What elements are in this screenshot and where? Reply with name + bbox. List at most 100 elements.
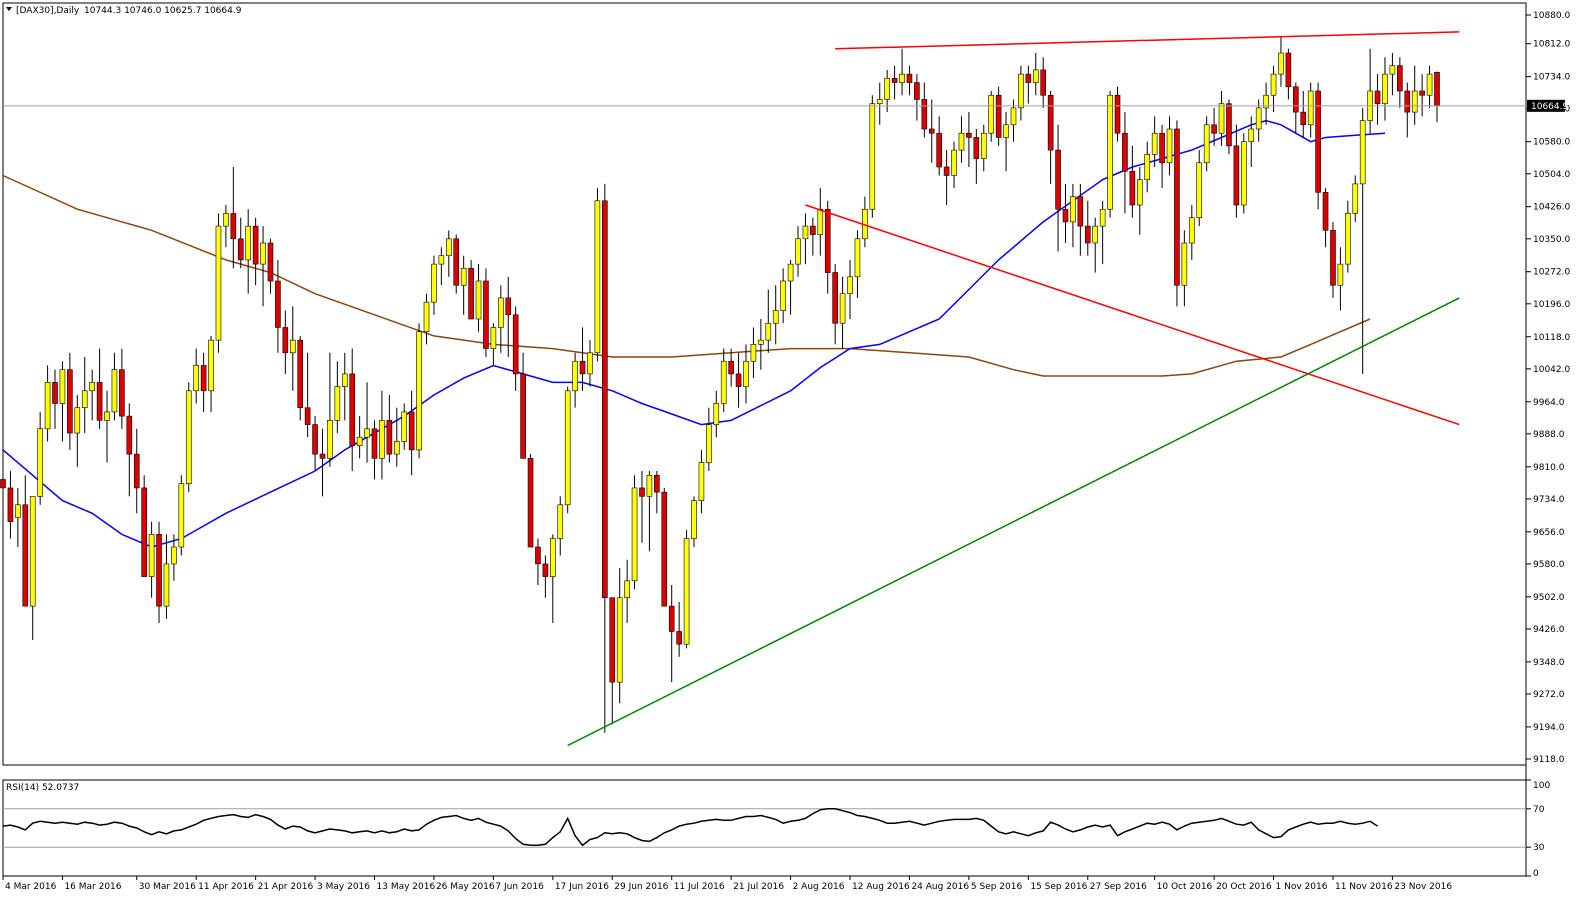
- candle-bull: [1278, 52, 1284, 75]
- x-tick-label: 11 Apr 2016: [198, 882, 254, 892]
- candle-bull: [185, 390, 192, 484]
- candle-bull: [341, 373, 348, 387]
- y-tick-label: 10880.0: [1533, 11, 1570, 21]
- candle-bear: [1040, 69, 1046, 96]
- candle-bull: [431, 263, 437, 303]
- candle-bear: [119, 369, 125, 417]
- candle-bear: [1285, 52, 1292, 88]
- candle-bear: [7, 487, 14, 522]
- candle-bull: [171, 546, 177, 565]
- candle-bear: [1330, 230, 1336, 286]
- candle-bear: [67, 369, 73, 434]
- candle-bull: [758, 339, 764, 345]
- candle-bear: [535, 546, 541, 565]
- candle-bull: [787, 263, 794, 282]
- candle-bull: [1181, 242, 1188, 286]
- candle-bull: [1307, 90, 1314, 126]
- x-tick-label: 4 Mar 2016: [5, 882, 57, 892]
- candle-bull: [958, 132, 965, 151]
- candle-bear: [1293, 86, 1299, 113]
- y-tick-label: 9888.0: [1533, 430, 1565, 440]
- candle-bull: [1136, 179, 1143, 206]
- candle-bull: [1166, 128, 1173, 164]
- y-tick-label: 9964.0: [1533, 398, 1565, 408]
- candle-bear: [1374, 90, 1381, 104]
- candle-bull: [223, 213, 229, 227]
- candle-bull: [884, 78, 890, 100]
- candle-bear: [735, 373, 742, 387]
- candle-bull: [854, 238, 861, 278]
- candle-bear: [943, 166, 950, 176]
- candle-bear: [349, 373, 356, 446]
- candle-bear: [639, 487, 645, 497]
- candle-bear: [602, 200, 608, 599]
- x-tick-label: 17 Jun 2016: [555, 882, 609, 892]
- candle-bull: [498, 297, 504, 328]
- y-tick-label: 9580.0: [1533, 560, 1565, 570]
- candle-bull: [899, 73, 905, 83]
- candle-bull: [980, 132, 987, 159]
- candle-bull: [193, 365, 199, 392]
- y-tick-label: 10196.0: [1533, 300, 1570, 310]
- candle-bull: [594, 200, 601, 354]
- y-tick-label: 9656.0: [1533, 528, 1565, 538]
- candle-bull: [393, 441, 400, 455]
- candle-bull: [44, 382, 51, 430]
- candle-bull: [490, 327, 497, 349]
- candle-bull: [1359, 120, 1366, 185]
- x-tick-label: 16 Mar 2016: [64, 882, 121, 892]
- x-tick-label: 23 Nov 2016: [1394, 882, 1452, 892]
- candle-bear: [1062, 208, 1069, 223]
- candle-bull: [327, 420, 333, 459]
- candle-bear: [282, 327, 289, 354]
- candle-bull: [401, 411, 408, 442]
- candle-bull: [876, 99, 883, 104]
- candle-bull: [1270, 73, 1277, 96]
- y-tick-label: 9272.0: [1533, 690, 1565, 700]
- candle-bull: [1189, 217, 1195, 244]
- candle-bear: [966, 132, 972, 138]
- candle-bull: [104, 411, 110, 421]
- candle-bear: [1055, 149, 1061, 210]
- candle-bear: [252, 225, 259, 265]
- candle-bull: [178, 483, 185, 548]
- candle-bear: [319, 453, 326, 459]
- chart-svg: 10880.010812.010734.010658.010580.010504…: [0, 0, 1594, 913]
- candle-bull: [334, 386, 341, 421]
- candle-bull: [780, 280, 786, 311]
- candle-bear: [654, 474, 660, 493]
- candle-bear: [676, 631, 682, 645]
- candle-bear: [408, 411, 415, 451]
- y-tick-label: 9348.0: [1533, 658, 1565, 668]
- candle-bull: [795, 238, 801, 265]
- candle-bear: [1233, 145, 1240, 206]
- x-tick-label: 24 Aug 2016: [911, 882, 969, 892]
- candle-bear: [928, 128, 935, 134]
- candle-bear: [973, 137, 980, 159]
- candle-bull: [691, 500, 697, 539]
- candle-bull: [416, 331, 422, 451]
- x-tick-label: 11 Nov 2016: [1335, 882, 1393, 892]
- candle-bull: [1196, 162, 1203, 218]
- x-tick-label: 13 May 2016: [377, 882, 436, 892]
- candle-bear: [1047, 94, 1054, 151]
- candle-bull: [260, 242, 266, 265]
- rsi-header: RSI(14) 52.0737: [6, 783, 79, 793]
- candle-bull: [1107, 94, 1113, 210]
- candle-bull: [743, 360, 749, 387]
- candle-bear: [1322, 192, 1329, 231]
- candle-bull: [1032, 69, 1039, 83]
- candle-bull: [356, 436, 363, 446]
- candle-bull: [631, 487, 638, 582]
- x-tick-label: 12 Aug 2016: [852, 882, 910, 892]
- candle-bear: [304, 407, 311, 425]
- candle-bull: [564, 390, 571, 506]
- candle-bear: [1077, 196, 1084, 227]
- chart-header-symbol: [DAX30],Daily: [16, 6, 80, 16]
- x-tick-label: 1 Nov 2016: [1276, 882, 1328, 892]
- candle-bear: [156, 534, 162, 607]
- candle-bear: [579, 360, 586, 375]
- candle-bull: [438, 255, 445, 265]
- candle-bull: [215, 225, 222, 341]
- x-tick-label: 3 May 2016: [317, 882, 370, 892]
